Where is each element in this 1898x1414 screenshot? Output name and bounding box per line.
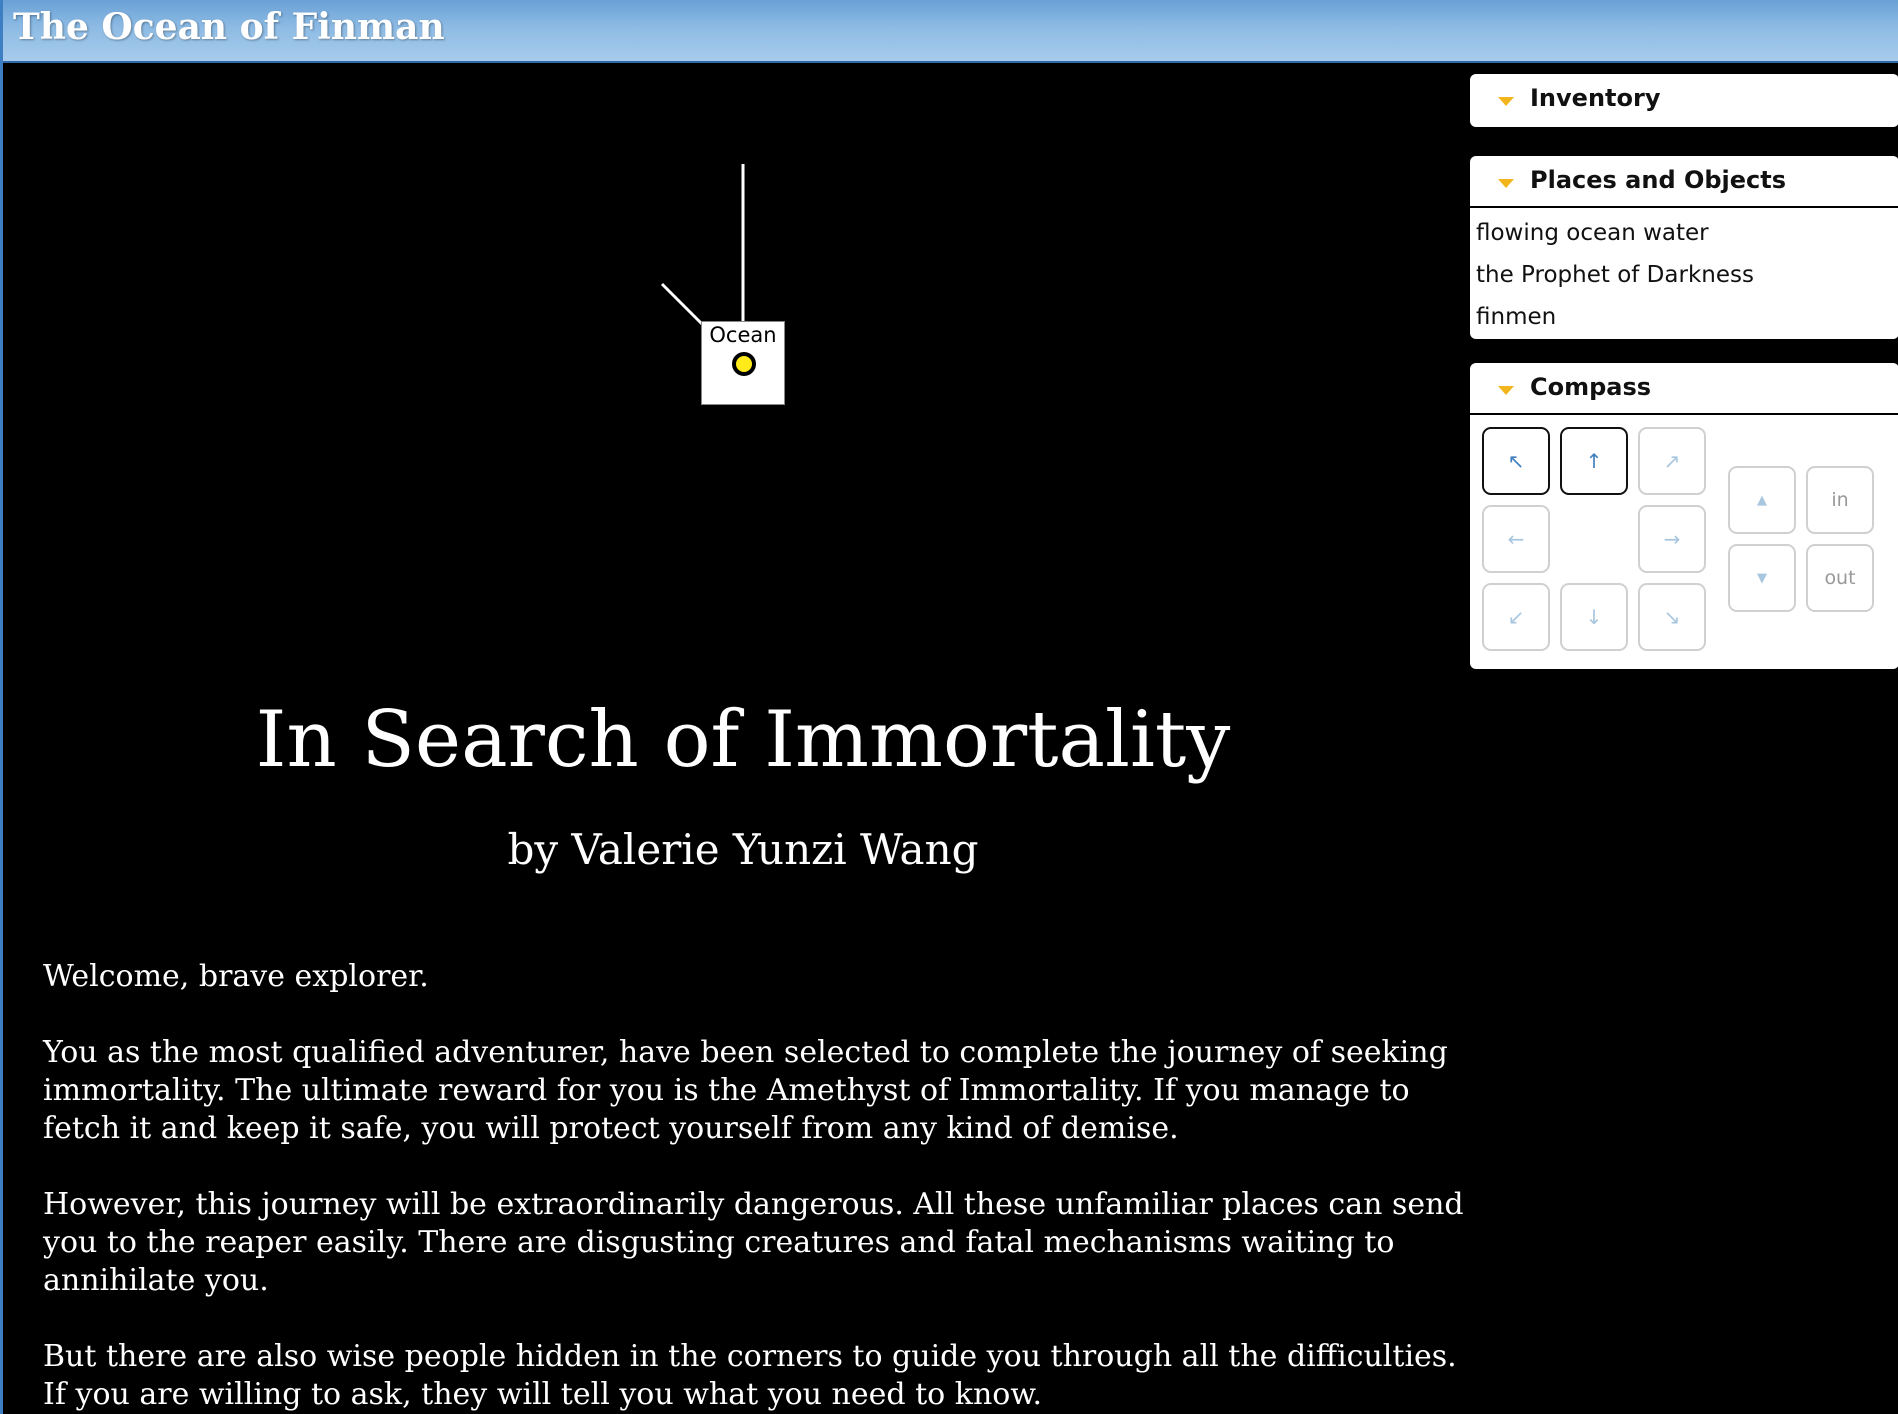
compass-panel-header[interactable]: Compass	[1470, 363, 1898, 415]
title-bar: The Ocean of Finman	[3, 0, 1898, 63]
map-room-ocean[interactable]: Ocean	[701, 321, 785, 405]
map-area: Ocean	[3, 63, 1463, 463]
compass-east-button[interactable]: →	[1638, 505, 1706, 573]
map-exit-northwest	[660, 282, 705, 327]
compass-grid: ↖ ↑ ↗ ← → ↙ ↓ ↘ ▲ in ▼ out	[1470, 415, 1898, 665]
inventory-panel-header[interactable]: Inventory	[1470, 74, 1898, 126]
player-location-marker	[732, 352, 756, 376]
compass-in-button[interactable]: in	[1806, 466, 1874, 534]
compass-out-button[interactable]: out	[1806, 544, 1874, 612]
places-objects-panel-title: Places and Objects	[1530, 166, 1787, 194]
map-room-label: Ocean	[709, 323, 777, 347]
compass-northwest-button[interactable]: ↖	[1482, 427, 1550, 495]
compass-panel: Compass ↖ ↑ ↗ ← → ↙ ↓ ↘ ▲ in ▼ out	[1470, 363, 1898, 669]
inventory-panel: Inventory	[1470, 74, 1898, 127]
collapse-triangle-icon	[1498, 97, 1514, 106]
compass-panel-title: Compass	[1530, 373, 1652, 401]
collapse-triangle-icon	[1498, 386, 1514, 395]
compass-north-button[interactable]: ↑	[1560, 427, 1628, 495]
places-objects-list: flowing ocean water the Prophet of Darkn…	[1470, 208, 1898, 338]
inventory-panel-title: Inventory	[1530, 84, 1661, 112]
compass-south-button[interactable]: ↓	[1560, 583, 1628, 651]
list-item[interactable]: finmen	[1476, 296, 1898, 338]
story-byline: by Valerie Yunzi Wang	[507, 825, 979, 874]
list-item[interactable]: flowing ocean water	[1476, 212, 1898, 254]
game-window: The Ocean of Finman Ocean In Search of I…	[0, 0, 1898, 1414]
compass-up-button[interactable]: ▲	[1728, 466, 1796, 534]
story-body: Welcome, brave explorer. You as the most…	[43, 958, 1483, 1414]
compass-southeast-button[interactable]: ↘	[1638, 583, 1706, 651]
story-paragraph: Welcome, brave explorer.	[43, 959, 429, 994]
story-paragraph: But there are also wise people hidden in…	[43, 1339, 1457, 1412]
story-title: In Search of Immortality	[255, 695, 1231, 785]
story-paragraph: However, this journey will be extraordin…	[43, 1187, 1464, 1298]
compass-down-button[interactable]: ▼	[1728, 544, 1796, 612]
story-paragraph: You as the most qualified adventurer, ha…	[43, 1035, 1448, 1146]
places-objects-panel-header[interactable]: Places and Objects	[1470, 156, 1898, 208]
compass-west-button[interactable]: ←	[1482, 505, 1550, 573]
compass-southwest-button[interactable]: ↙	[1482, 583, 1550, 651]
places-objects-panel: Places and Objects flowing ocean water t…	[1470, 156, 1898, 339]
list-item[interactable]: the Prophet of Darkness	[1476, 254, 1898, 296]
compass-northeast-button[interactable]: ↗	[1638, 427, 1706, 495]
collapse-triangle-icon	[1498, 179, 1514, 188]
window-title: The Ocean of Finman	[13, 6, 445, 48]
